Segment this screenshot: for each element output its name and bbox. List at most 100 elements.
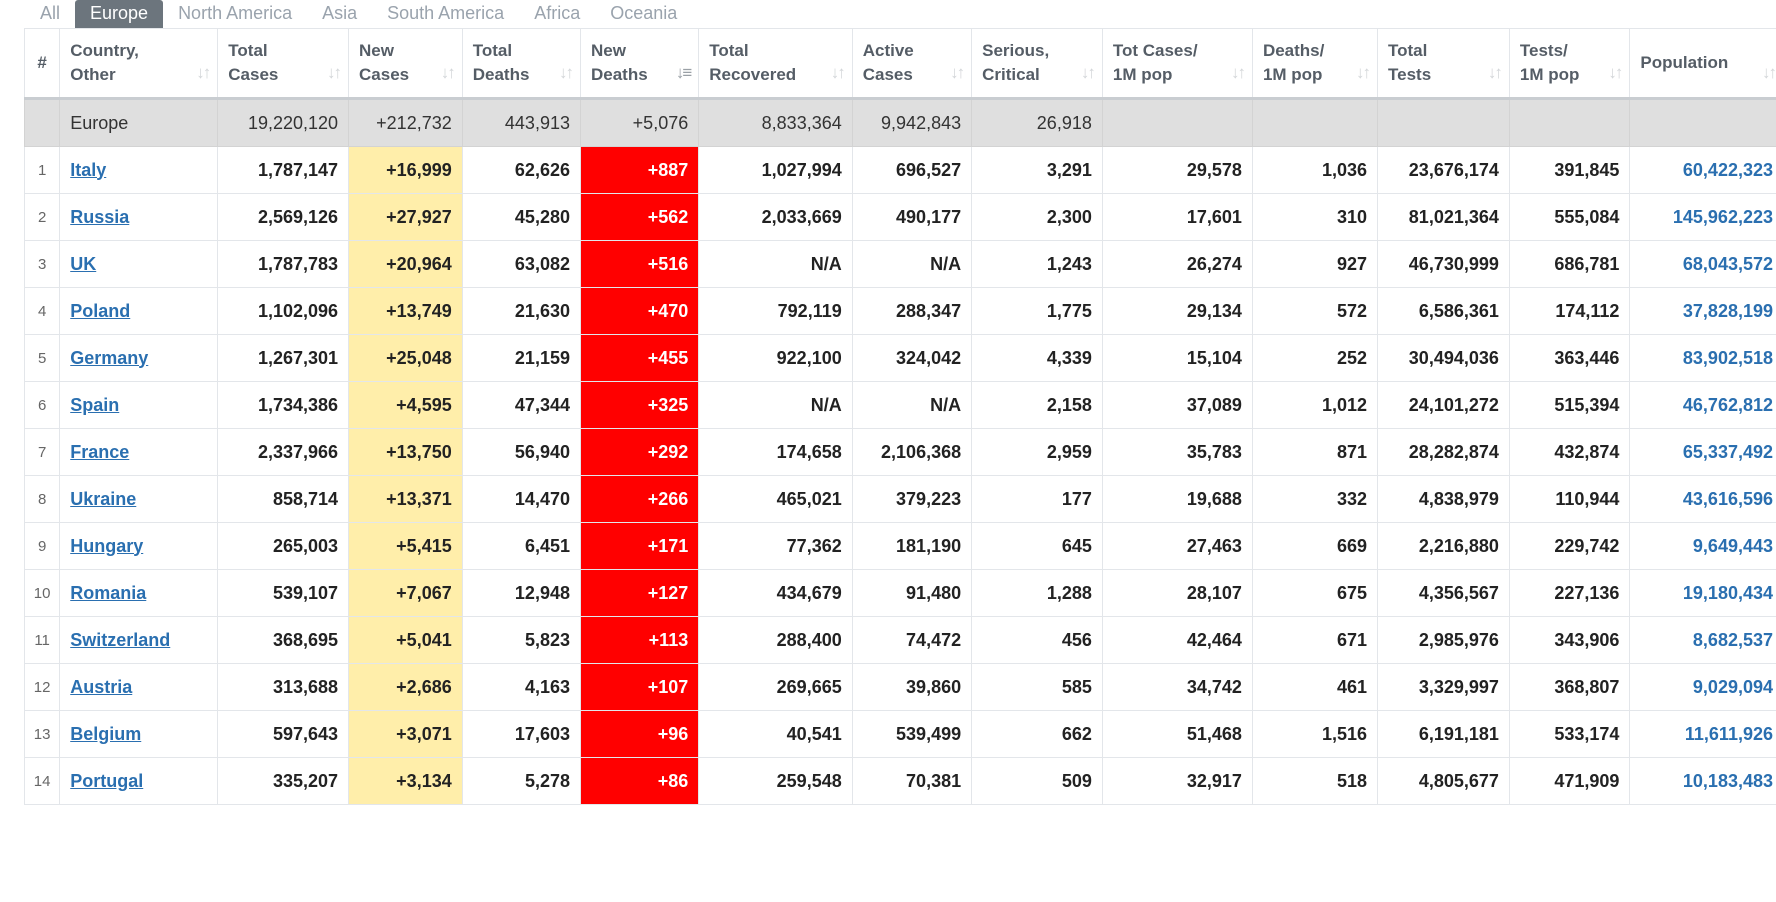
header-label-line1: Total [472, 41, 513, 60]
sort-icon[interactable]: ↓↑ [196, 61, 211, 85]
cell-total-recovered: 792,119 [698, 287, 853, 335]
header-active-cases[interactable]: Active Cases ↓↑ [851, 28, 973, 100]
tab-asia[interactable]: Asia [307, 0, 372, 28]
cell-active-cases: 324,042 [851, 334, 973, 382]
table-row: 11 Switzerland 368,695 +5,041 5,823 +113 288,4… [23, 616, 1776, 664]
cell-population: 8,682,537 [1629, 616, 1776, 664]
cell-serious-critical: 2,158 [971, 381, 1103, 429]
table-row: 1 Italy 1,787,147 +16,999 62,626 +887 1,027,99… [23, 146, 1776, 194]
cell-total-deaths: 62,626 [461, 146, 581, 194]
sort-icon[interactable]: ↓↑ [559, 61, 574, 85]
sort-icon[interactable]: ↓↑ [1762, 61, 1776, 85]
table-row: 9 Hungary 265,003 +5,415 6,451 +171 77,362 181,… [23, 522, 1776, 570]
cell-active-cases: 696,527 [851, 146, 973, 194]
table-row: 14 Portugal 335,207 +3,134 5,278 +86 259,548 70… [23, 757, 1776, 805]
cell-total-deaths: 17,603 [461, 710, 581, 758]
cell-serious-critical: 1,288 [971, 569, 1103, 617]
sort-icon[interactable]: ↓↑ [831, 61, 846, 85]
sort-desc-icon[interactable]: ↓≡ [676, 61, 692, 85]
cell-country: Romania [59, 569, 219, 617]
cell-new-cases: +27,927 [348, 193, 463, 241]
cell-new-deaths: +266 [579, 475, 700, 523]
cell-total-recovered: 77,362 [698, 522, 853, 570]
header-label-line1: Deaths/ [1262, 41, 1325, 60]
tab-south-america[interactable]: South America [372, 0, 519, 28]
cell-total-tests: 3,329,997 [1377, 663, 1510, 711]
header-total-tests[interactable]: Total Tests ↓↑ [1377, 28, 1510, 100]
country-link[interactable]: Russia [70, 207, 129, 227]
country-link[interactable]: Romania [70, 583, 146, 603]
header-total-cases[interactable]: Total Cases ↓↑ [217, 28, 350, 100]
cell-new-cases: +13,750 [348, 428, 463, 476]
header-label-line1: Tests/ [1519, 41, 1568, 60]
cell-total-deaths: 63,082 [461, 240, 581, 288]
cell-total-deaths: 45,280 [461, 193, 581, 241]
country-link[interactable]: Hungary [70, 536, 143, 556]
tab-europe[interactable]: Europe [75, 0, 164, 28]
country-link[interactable]: Austria [70, 677, 132, 697]
country-link[interactable]: Belgium [70, 724, 141, 744]
cell-new-deaths: +516 [579, 240, 700, 288]
sort-icon[interactable]: ↓↑ [950, 61, 965, 85]
country-link[interactable]: Ukraine [70, 489, 136, 509]
cell-deaths-per-1m: 252 [1251, 334, 1379, 382]
sort-icon[interactable]: ↓↑ [1231, 61, 1246, 85]
cell-population: 145,962,223 [1629, 193, 1776, 241]
tab-all[interactable]: All [0, 0, 75, 28]
tab-north-america[interactable]: North America [163, 0, 307, 28]
cell-rank [23, 98, 61, 147]
country-link[interactable]: Poland [70, 301, 130, 321]
header-label-line1: Total [1388, 41, 1428, 60]
sort-icon[interactable]: ↓↑ [1488, 61, 1503, 85]
cell-new-deaths: +325 [579, 381, 700, 429]
cell-total-cases: 539,107 [217, 569, 350, 617]
header-label-line1: New [359, 41, 394, 60]
cell-new-deaths: +86 [579, 757, 700, 805]
cell-new-deaths: +5,076 [579, 98, 700, 147]
country-link[interactable]: UK [70, 254, 96, 274]
country-link[interactable]: Switzerland [70, 630, 170, 650]
header-tests-per-1m[interactable]: Tests/1M pop ↓↑ [1508, 28, 1631, 100]
header-label-line1: Active [862, 41, 914, 60]
header-label-line2: Population [1640, 53, 1729, 72]
header-population[interactable]: Population ↓↑ [1629, 28, 1776, 100]
header-country[interactable]: Country, Other ↓↑ [59, 28, 219, 100]
cell-active-cases: 9,942,843 [851, 98, 973, 147]
cell-active-cases: 539,499 [851, 710, 973, 758]
country-link[interactable]: France [70, 442, 129, 462]
country-link[interactable]: Portugal [70, 771, 143, 791]
cell-population: 10,183,483 [1629, 757, 1776, 805]
cell-new-cases: +25,048 [348, 334, 463, 382]
cell-country: Ukraine [59, 475, 219, 523]
sort-icon[interactable]: ↓↑ [1608, 61, 1623, 85]
sort-icon[interactable]: ↓↑ [1356, 61, 1371, 85]
tab-africa[interactable]: Africa [519, 0, 595, 28]
header-label-line2: Cases [228, 65, 279, 84]
header-new-deaths[interactable]: New Deaths ↓≡ [579, 28, 700, 100]
country-link[interactable]: Spain [70, 395, 119, 415]
sort-icon[interactable]: ↓↑ [1081, 61, 1096, 85]
tab-oceania[interactable]: Oceania [595, 0, 692, 28]
table-row: 8 Ukraine 858,714 +13,371 14,470 +266 465,021 3… [23, 475, 1776, 523]
header-tot-cases-per-1m[interactable]: Tot Cases/1M pop ↓↑ [1101, 28, 1253, 100]
sort-icon[interactable]: ↓↑ [327, 61, 342, 85]
cell-tot-cases-per-1m: 32,917 [1101, 757, 1253, 805]
header-new-cases[interactable]: New Cases ↓↑ [348, 28, 463, 100]
cell-tests-per-1m: 555,084 [1508, 193, 1631, 241]
header-deaths-per-1m[interactable]: Deaths/1M pop ↓↑ [1251, 28, 1379, 100]
header-total-deaths[interactable]: Total Deaths ↓↑ [461, 28, 581, 100]
header-label-line2: Deaths [590, 65, 648, 84]
cell-total-cases: 2,337,966 [217, 428, 350, 476]
country-link[interactable]: Germany [70, 348, 148, 368]
cell-country: Austria [59, 663, 219, 711]
country-link[interactable]: Italy [70, 160, 106, 180]
cell-deaths-per-1m [1251, 98, 1379, 147]
cell-total-deaths: 6,451 [461, 522, 581, 570]
header-total-recovered[interactable]: Total Recovered ↓↑ [698, 28, 853, 100]
sort-icon[interactable]: ↓↑ [441, 61, 456, 85]
header-serious-critical[interactable]: Serious, Critical ↓↑ [971, 28, 1103, 100]
header-label-line2: 1M pop [1519, 65, 1580, 84]
header-label-line2: Other [70, 65, 116, 84]
cell-country: Europe [59, 98, 219, 147]
cell-total-recovered: 174,658 [698, 428, 853, 476]
